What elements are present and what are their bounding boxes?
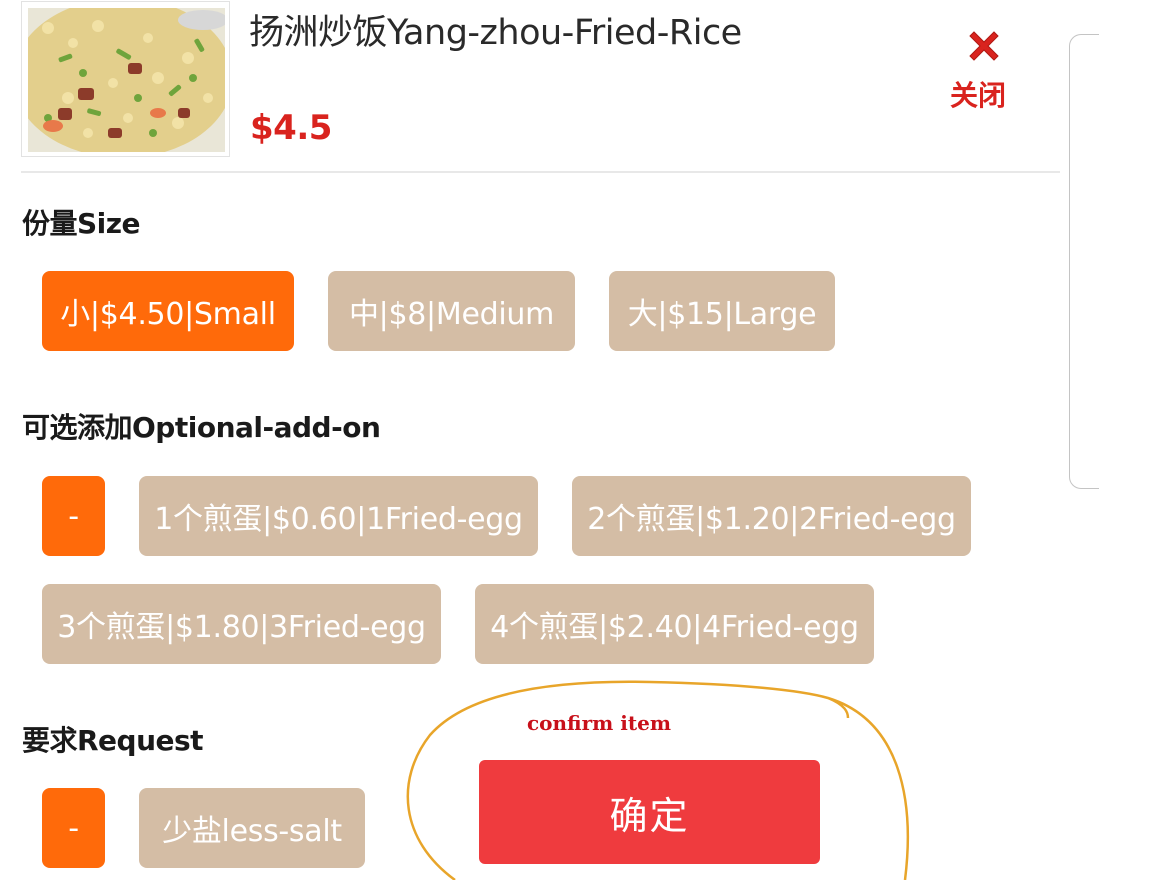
request-section-title: 要求Request xyxy=(22,724,204,757)
size-option-medium[interactable]: 中|$8|Medium xyxy=(328,271,575,351)
addon-option-none[interactable]: - xyxy=(42,476,105,556)
addon-option-3-egg[interactable]: 3个煎蛋|$1.80|3Fried-egg xyxy=(42,584,441,664)
addon-section-title: 可选添加Optional-add-on xyxy=(22,411,381,444)
item-price: $4.5 xyxy=(250,108,332,148)
annotation-label: confirm item xyxy=(527,711,671,735)
addon-option-1-egg[interactable]: 1个煎蛋|$0.60|1Fried-egg xyxy=(139,476,538,556)
side-scroll-panel xyxy=(1069,34,1099,489)
item-title: 扬洲炒饭Yang-zhou-Fried-Rice xyxy=(249,13,742,53)
close-label: 关闭 xyxy=(950,79,1007,112)
request-option-less-salt[interactable]: 少盐less-salt xyxy=(139,788,365,868)
product-image xyxy=(21,1,230,157)
close-button[interactable]: 关闭 xyxy=(938,18,1024,114)
confirm-button[interactable]: 确定 xyxy=(479,760,820,864)
addon-option-2-egg[interactable]: 2个煎蛋|$1.20|2Fried-egg xyxy=(572,476,971,556)
fried-rice-photo xyxy=(28,8,225,152)
size-option-small[interactable]: 小|$4.50|Small xyxy=(42,271,294,351)
header-divider xyxy=(21,171,1060,173)
size-section-title: 份量Size xyxy=(22,207,141,240)
close-x-icon xyxy=(969,31,999,61)
size-option-large[interactable]: 大|$15|Large xyxy=(609,271,835,351)
request-option-none[interactable]: - xyxy=(42,788,105,868)
addon-option-4-egg[interactable]: 4个煎蛋|$2.40|4Fried-egg xyxy=(475,584,874,664)
